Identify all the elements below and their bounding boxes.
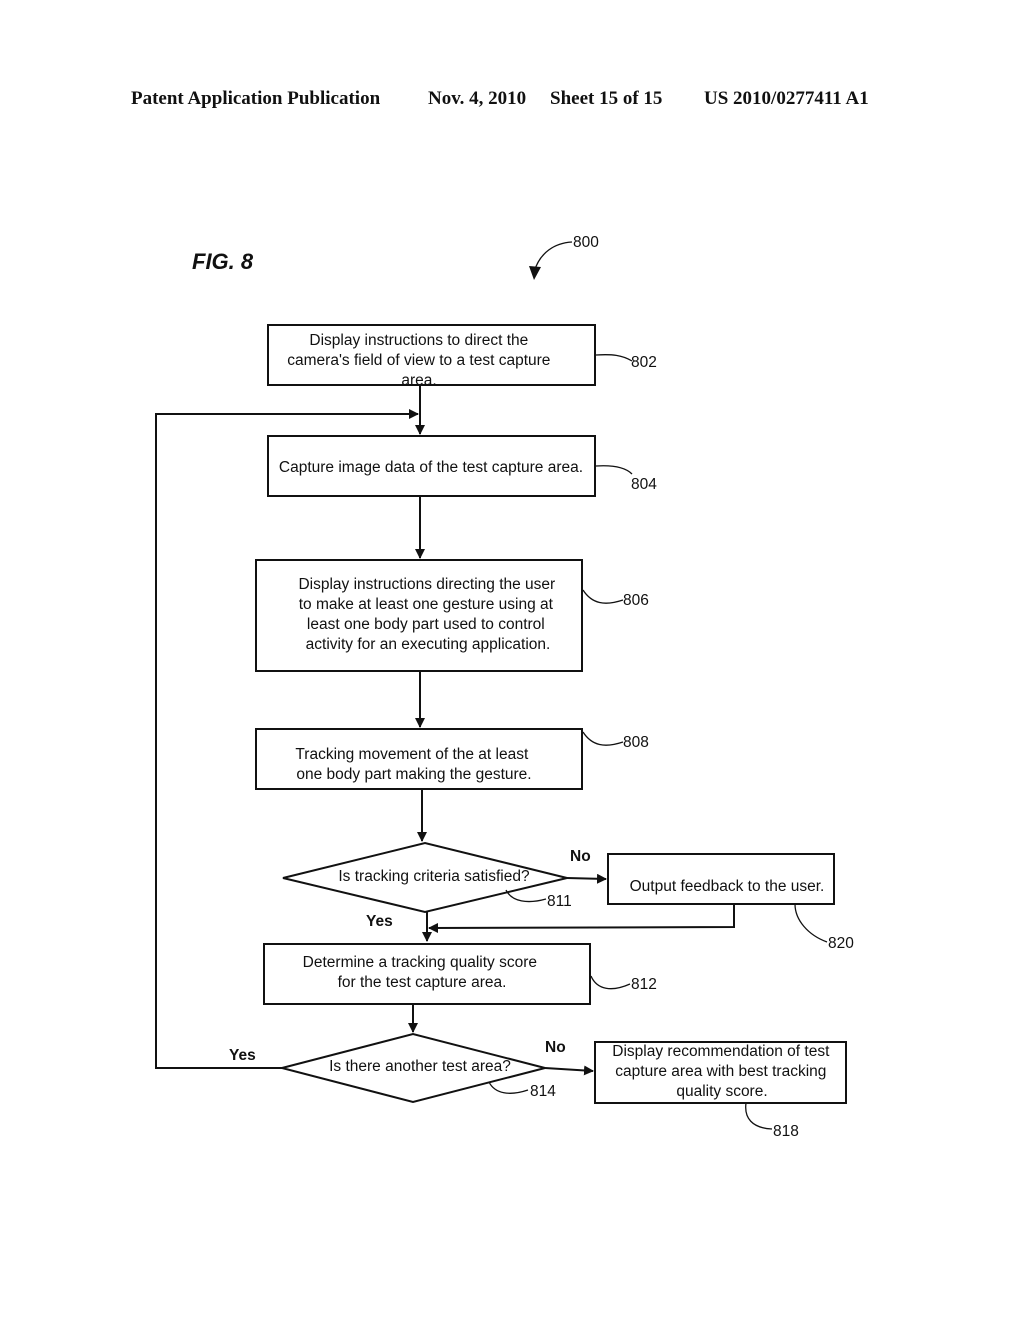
node-808: Tracking movement of the at least one bo… (255, 728, 649, 790)
ref-number: 808 (623, 734, 649, 751)
ref-number: 806 (623, 592, 649, 609)
ref-leader (582, 589, 624, 604)
node-text: Is there another test area? (329, 1058, 511, 1075)
ref-leader (595, 354, 633, 362)
edge-label-814-no: No (545, 1039, 566, 1056)
figure-ref-arrowhead-icon (529, 266, 541, 280)
ref-number: 814 (530, 1083, 556, 1100)
edge-820-812 (428, 904, 735, 933)
edge-label-811-yes: Yes (366, 913, 393, 930)
node-812: Determine a tracking quality score for t… (263, 943, 657, 1005)
ref-number: 811 (547, 893, 572, 910)
ref-number: 804 (631, 476, 657, 493)
ref-number: 818 (773, 1123, 799, 1140)
node-814: Is there another test area? 814 (278, 1032, 556, 1104)
node-text: Is tracking criteria satisfied? (338, 868, 530, 885)
node-820: Output feedback to the user. 820 (607, 853, 854, 952)
edge-label-811-no: No (570, 848, 591, 865)
node-804: Capture image data of the test capture a… (267, 435, 657, 497)
ref-leader (794, 903, 828, 943)
node-806: Display instructions directing the user … (255, 559, 649, 672)
edge-label-814-yes: Yes (229, 1047, 256, 1064)
ref-leader (745, 1102, 773, 1130)
edge-814-818 (544, 1065, 594, 1076)
figure-ref-800: 800 (529, 234, 599, 280)
node-text: Output feedback to the user. (630, 878, 825, 895)
node-811: Is tracking criteria satisfied? 811 (282, 841, 572, 914)
node-818: Display recommendation of test capture a… (594, 1041, 847, 1140)
ref-number: 820 (828, 935, 854, 952)
node-text: Capture image data of the test capture a… (279, 459, 583, 476)
ref-number: 812 (631, 976, 657, 993)
node-802: Display instructions to direct the camer… (267, 324, 657, 389)
ref-leader (590, 975, 631, 990)
ref-leader (582, 731, 624, 746)
flowchart: 800 Display instructions to direct the c… (155, 234, 854, 1140)
ref-leader (595, 465, 633, 475)
figure-ref-number: 800 (573, 234, 599, 251)
ref-leader (488, 1081, 529, 1094)
ref-number: 802 (631, 354, 657, 371)
edge-811-820 (566, 873, 607, 884)
